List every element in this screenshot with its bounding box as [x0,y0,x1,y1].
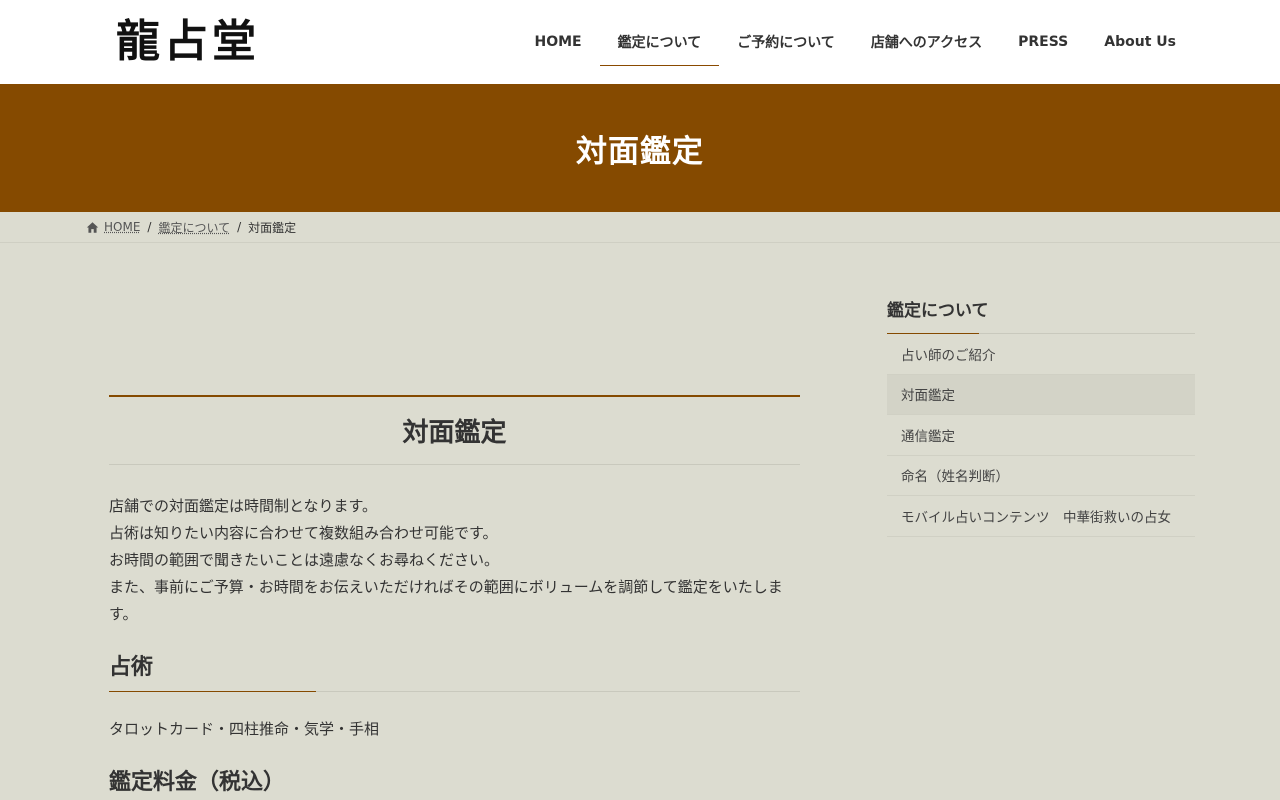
main-content: 対面鑑定 店舗での対面鑑定は時間制となります。 占術は知りたい内容に合わせて複数… [109,243,800,799]
senjutsu-text: タロットカード・四柱推命・気学・手相 [109,720,380,738]
sidebar-title: 鑑定について [887,296,1195,334]
nav-item-access[interactable]: 店舗へのアクセス [853,0,1000,84]
page-header-banner: 対面鑑定 [0,84,1280,212]
section-heading-senjutsu: 占術 [109,652,800,692]
section-heading-fee: 鑑定料金（税込） [109,770,286,795]
intro-line: お時間の範囲で聞きたいことは遠慮なくお尋ねください。 [109,551,500,569]
section-heading-text: 占術 [109,655,154,680]
intro-text: 店舗での対面鑑定は時間制となります。 占術は知りたい内容に合わせて複数組み合わせ… [109,493,800,628]
home-icon[interactable] [86,221,99,234]
sidebar-item-naming[interactable]: 命名（姓名判断） [887,456,1195,496]
intro-line: また、事前にご予算・お時間をお伝えいただければその範囲にボリュームを調節して鑑定… [109,578,783,623]
nav-item-about-us[interactable]: About Us [1086,0,1194,84]
breadcrumb-separator: / [237,220,242,234]
nav-item-reservation[interactable]: ご予約について [719,0,853,84]
breadcrumb-current: 対面鑑定 [248,220,297,235]
sidebar-item-mobile-content[interactable]: モバイル占いコンテンツ 中華街救いの占女 [887,496,1195,537]
sidebar-title-accent-line [887,333,979,334]
entry-title: 対面鑑定 [109,395,800,465]
sidebar-item-remote[interactable]: 通信鑑定 [887,415,1195,456]
sidebar-title-text: 鑑定について [887,301,989,321]
breadcrumb-separator: / [147,220,152,234]
nav-item-home[interactable]: HOME [517,0,600,84]
breadcrumb-home[interactable]: HOME [104,220,140,234]
sidebar-item-fortune-tellers[interactable]: 占い師のご紹介 [887,334,1195,375]
sidebar: 鑑定について 占い師のご紹介 対面鑑定 通信鑑定 命名（姓名判断） モバイル占い… [887,296,1195,537]
nav-item-kantei[interactable]: 鑑定について [599,0,720,84]
main-nav: HOME 鑑定について ご予約について 店舗へのアクセス PRESS About… [517,0,1195,84]
page-title: 対面鑑定 [576,133,704,170]
sidebar-item-face-to-face[interactable]: 対面鑑定 [887,374,1195,415]
intro-line: 店舗での対面鑑定は時間制となります。 [109,497,378,515]
heading-accent-line [109,691,316,692]
nav-item-press[interactable]: PRESS [1000,0,1086,84]
breadcrumb: HOME / 鑑定について / 対面鑑定 [0,212,1280,243]
intro-line: 占術は知りたい内容に合わせて複数組み合わせ可能です。 [109,524,498,542]
breadcrumb-kantei[interactable]: 鑑定について [158,219,230,236]
site-logo[interactable]: 龍占堂 [116,14,260,70]
site-header: 龍占堂 HOME 鑑定について ご予約について 店舗へのアクセス PRESS A… [0,0,1280,84]
